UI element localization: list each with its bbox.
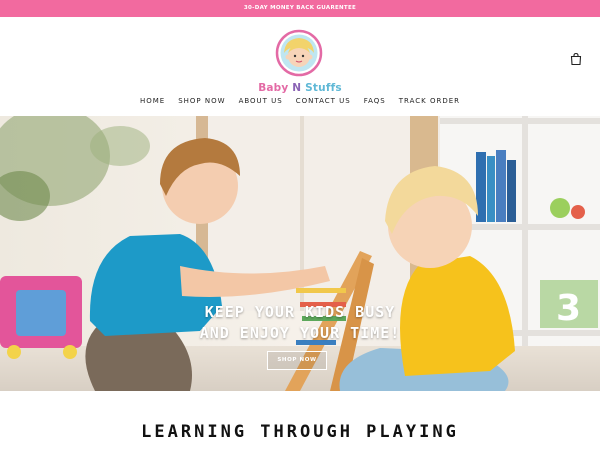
announcement-text: 30-DAY MONEY BACK GUARENTEE — [243, 5, 357, 11]
site-logo[interactable]: Baby N Stuffs — [254, 29, 346, 101]
nav-item-shop-now[interactable]: SHOP NOW — [178, 94, 225, 108]
nav-item-faqs[interactable]: FAQS — [364, 94, 386, 108]
brand-name-part1: Baby — [258, 82, 289, 94]
brand-name-part2: N — [292, 82, 302, 94]
hero-image: 3 — [0, 116, 600, 391]
hero-headline-line2: AND ENJOY YOUR TIME! — [199, 324, 401, 342]
hero-headline: KEEP YOUR KIDS BUSY AND ENJOY YOUR TIME! — [150, 302, 450, 344]
shopping-bag-icon[interactable] — [569, 52, 583, 66]
toy-block-number: 3 — [556, 288, 581, 329]
site-header: Baby N Stuffs HOME SHOP NOW ABOUT US CON… — [0, 17, 600, 117]
main-nav: HOME SHOP NOW ABOUT US CONTACT US FAQS T… — [0, 94, 600, 108]
hero-banner: 3 KEEP YOUR KIDS BUSY AND ENJOY YOUR TIM… — [0, 116, 600, 391]
baby-face-logo-icon — [275, 29, 323, 77]
nav-item-home[interactable]: HOME — [140, 94, 165, 108]
hero-shop-now-button[interactable]: SHOP NOW — [267, 351, 327, 370]
hero-headline-line1: KEEP YOUR KIDS BUSY — [204, 303, 396, 321]
brand-name-part3: Stuffs — [305, 82, 342, 94]
brand-name: Baby N Stuffs — [254, 82, 346, 94]
announcement-bar: 30-DAY MONEY BACK GUARENTEE — [0, 0, 600, 17]
section-title: LEARNING THROUGH PLAYING — [141, 422, 459, 442]
nav-item-track-order[interactable]: TRACK ORDER — [399, 94, 460, 108]
nav-item-contact-us[interactable]: CONTACT US — [296, 94, 351, 108]
nav-item-about-us[interactable]: ABOUT US — [239, 94, 283, 108]
